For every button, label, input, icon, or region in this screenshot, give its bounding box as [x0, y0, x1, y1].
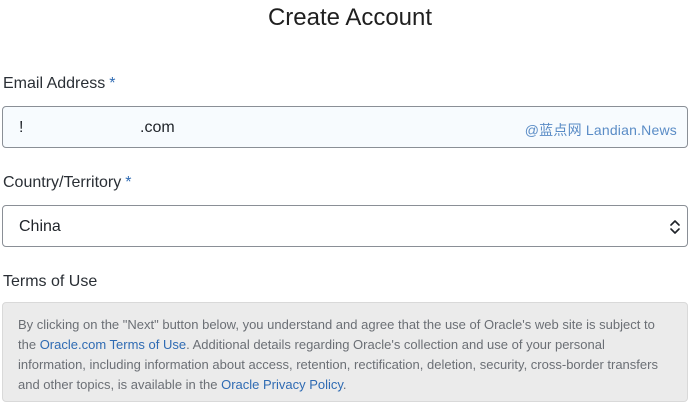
terms-text-3: .: [342, 377, 347, 392]
terms-of-use-link[interactable]: Oracle.com Terms of Use: [40, 337, 186, 352]
country-select[interactable]: China: [2, 205, 688, 247]
country-required-mark: *: [125, 174, 132, 191]
email-value-suffix: .com: [140, 119, 175, 136]
email-required-mark: *: [109, 75, 116, 92]
updown-chevron-icon: [670, 220, 680, 234]
watermark: @蓝点网 Landian.News: [524, 122, 677, 138]
email-field[interactable]: ! .com @蓝点网 Landian.News: [2, 106, 688, 148]
country-selected-value: China: [19, 218, 61, 235]
country-label: Country/Territory *: [3, 174, 131, 192]
terms-heading: Terms of Use: [3, 273, 98, 290]
email-value-prefix: !: [19, 119, 24, 136]
privacy-policy-link[interactable]: Oracle Privacy Policy: [221, 377, 343, 392]
page-title: Create Account: [267, 4, 433, 31]
terms-box: By clicking on the "Next" button below, …: [2, 302, 688, 402]
country-label-text: Country/Territory: [3, 174, 122, 191]
create-account-page: Create Account Email Address * ! .com @蓝点…: [0, 0, 691, 408]
email-label-text: Email Address: [3, 75, 106, 92]
email-label: Email Address *: [3, 75, 116, 93]
